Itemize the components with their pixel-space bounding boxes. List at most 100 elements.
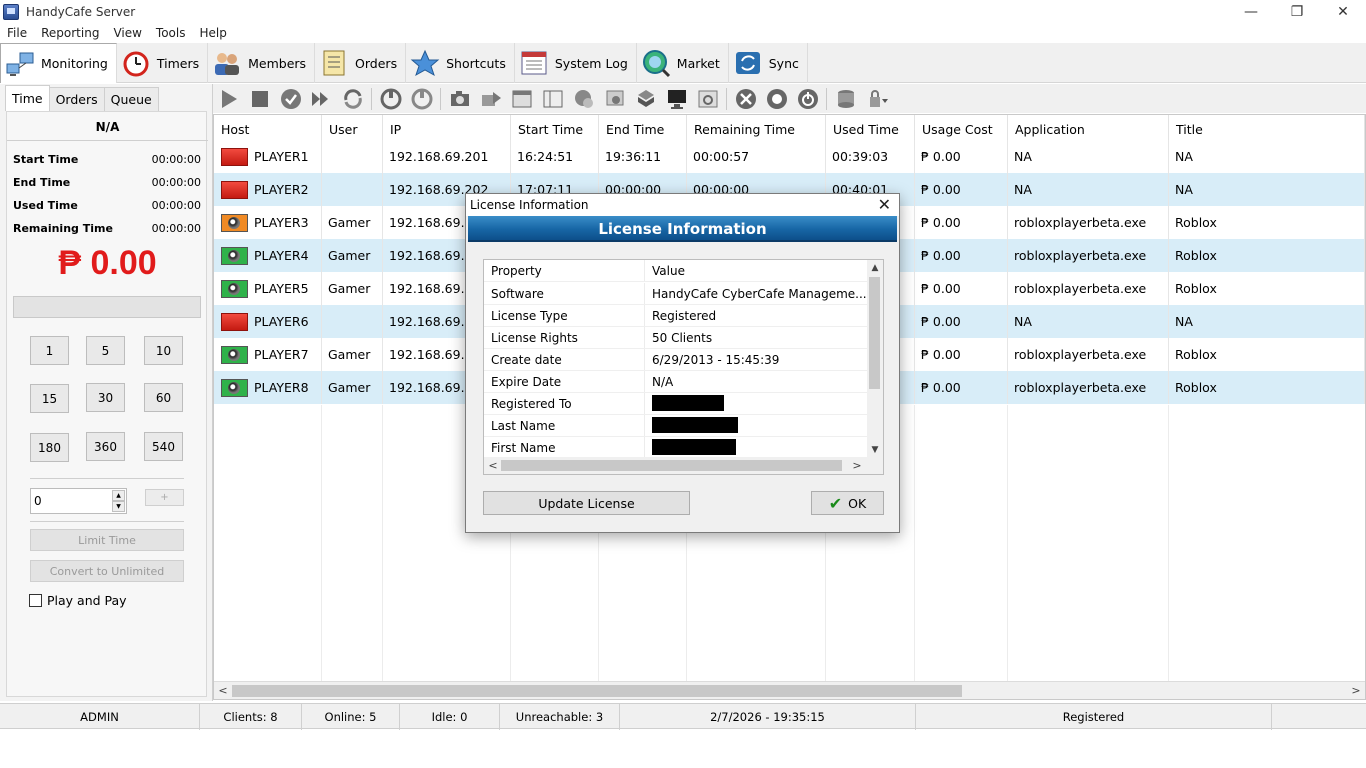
property-row[interactable]: Last Name	[484, 415, 867, 437]
cell-text: 16:24:51	[517, 149, 574, 164]
column-header[interactable]: Start Time	[511, 115, 599, 143]
scroll-left-icon[interactable]: <	[484, 457, 502, 474]
scroll-right-icon[interactable]: >	[1347, 682, 1365, 699]
fast-forward-icon[interactable]	[309, 86, 334, 111]
column-header[interactable]: Host	[214, 115, 322, 143]
subtab-time[interactable]: Time	[5, 85, 50, 111]
property-row[interactable]: Create date 6/29/2013 - 15:45:39	[484, 349, 867, 371]
subtab-queue[interactable]: Queue	[103, 87, 159, 111]
restart-client-icon[interactable]	[378, 86, 403, 111]
preset-5-button[interactable]: 5	[86, 336, 125, 365]
record-icon[interactable]	[764, 86, 789, 111]
restore-button[interactable]: ❐	[1274, 0, 1320, 23]
column-header[interactable]: Usage Cost	[915, 115, 1008, 143]
remote-view-icon[interactable]	[602, 86, 627, 111]
scroll-left-icon[interactable]: <	[214, 682, 232, 699]
shutdown-client-icon[interactable]	[409, 86, 434, 111]
menu-reporting[interactable]: Reporting	[34, 26, 106, 40]
scroll-right-icon[interactable]: >	[848, 457, 866, 474]
window-icon[interactable]	[509, 86, 534, 111]
send-file-icon[interactable]	[478, 86, 503, 111]
menu-file[interactable]: File	[0, 26, 34, 40]
ok-button[interactable]: ✔ OK	[811, 491, 884, 515]
vertical-scrollbar[interactable]: ▲ ▼	[867, 260, 883, 458]
table-row[interactable]: PLAYER1 192.168.69.201 16:24:51 19:36:11 00:…	[214, 140, 1365, 173]
property-row[interactable]: License Rights 50 Clients	[484, 327, 867, 349]
stop-session-icon[interactable]	[247, 86, 272, 111]
menu-help[interactable]: Help	[192, 26, 233, 40]
install-icon[interactable]	[633, 86, 658, 111]
database-icon[interactable]	[833, 86, 858, 111]
settings-icon[interactable]	[695, 86, 720, 111]
scroll-up-icon[interactable]: ▲	[867, 260, 883, 276]
tab-members[interactable]: Members	[208, 43, 316, 83]
preset-540-button[interactable]: 540	[144, 432, 183, 461]
minutes-stepper[interactable]: 0 ▲ ▼	[30, 488, 127, 514]
power-icon[interactable]	[795, 86, 820, 111]
scroll-thumb[interactable]	[232, 685, 962, 697]
preset-10-button[interactable]: 10	[144, 336, 183, 365]
preset-1-button[interactable]: 1	[30, 336, 69, 365]
property-row[interactable]: Registered To	[484, 393, 867, 415]
preset-360-button[interactable]: 360	[86, 432, 125, 461]
menu-tools[interactable]: Tools	[149, 26, 193, 40]
note-field[interactable]	[13, 296, 201, 318]
horizontal-scrollbar[interactable]: < >	[484, 457, 883, 474]
column-header[interactable]: User	[322, 115, 383, 143]
preset-15-button[interactable]: 15	[30, 384, 69, 413]
tab-timers[interactable]: Timers	[117, 43, 209, 83]
console-icon[interactable]	[664, 86, 689, 111]
property-row[interactable]: License Type Registered	[484, 305, 867, 327]
cell-user: Gamer	[322, 206, 383, 239]
update-license-button[interactable]: Update License	[483, 491, 690, 515]
close-icon[interactable]: ✕	[878, 194, 891, 216]
check-icon[interactable]	[278, 86, 303, 111]
start-session-icon[interactable]	[216, 86, 241, 111]
column-header[interactable]: Used Time	[826, 115, 915, 143]
property-row[interactable]: Expire Date N/A	[484, 371, 867, 393]
preset-180-button[interactable]: 180	[30, 433, 69, 462]
menu-view[interactable]: View	[106, 26, 148, 40]
horizontal-scrollbar[interactable]: < >	[214, 681, 1365, 699]
play-and-pay-checkbox[interactable]: Play and Pay	[29, 593, 127, 608]
convert-unlimited-button[interactable]: Convert to Unlimited	[30, 560, 184, 582]
limit-time-button[interactable]: Limit Time	[30, 529, 184, 551]
minimize-button[interactable]: —	[1228, 0, 1274, 23]
start-time-value: 00:00:00	[151, 153, 201, 166]
message-icon[interactable]	[571, 86, 596, 111]
property-row[interactable]: First Name	[484, 437, 867, 459]
scroll-thumb[interactable]	[501, 460, 842, 471]
column-header[interactable]: End Time	[599, 115, 687, 143]
close-app-icon[interactable]	[733, 86, 758, 111]
column-header[interactable]: Title	[1169, 115, 1365, 143]
tab-orders[interactable]: Orders	[315, 43, 407, 83]
tab-monitoring[interactable]: Monitoring	[0, 43, 117, 83]
column-header[interactable]: IP	[383, 115, 511, 143]
layout-icon[interactable]	[540, 86, 565, 111]
screenshot-camera-icon[interactable]	[447, 86, 472, 111]
preset-60-button[interactable]: 60	[144, 383, 183, 412]
add-minutes-button[interactable]: +	[145, 489, 184, 506]
checkbox-box[interactable]	[29, 594, 42, 607]
stepper-down-icon[interactable]: ▼	[112, 501, 125, 512]
scroll-thumb[interactable]	[869, 277, 880, 389]
column-header[interactable]: Remaining Time	[687, 115, 826, 143]
tab-sync[interactable]: Sync	[729, 43, 808, 83]
cell-title: NA	[1169, 173, 1365, 206]
column-header[interactable]: Application	[1008, 115, 1169, 143]
cell-host: PLAYER1	[214, 140, 322, 173]
scroll-down-icon[interactable]: ▼	[867, 442, 883, 458]
lock-menu-icon[interactable]	[864, 86, 889, 111]
stepper-up-icon[interactable]: ▲	[112, 490, 125, 501]
ok-label: OK	[848, 495, 867, 511]
close-window-button[interactable]: ✕	[1320, 0, 1366, 23]
cell-text: NA	[1014, 149, 1032, 164]
subtab-orders[interactable]: Orders	[48, 87, 105, 111]
property-row[interactable]: Software HandyCafe CyberCafe Manageme...	[484, 283, 867, 305]
transfer-icon[interactable]	[340, 86, 365, 111]
tab-system-log[interactable]: System Log	[515, 43, 637, 83]
tab-shortcuts[interactable]: Shortcuts	[406, 43, 515, 83]
preset-30-button[interactable]: 30	[86, 383, 125, 412]
tab-market[interactable]: Market	[637, 43, 729, 83]
cell-text: 192.168.69.2	[389, 380, 473, 395]
